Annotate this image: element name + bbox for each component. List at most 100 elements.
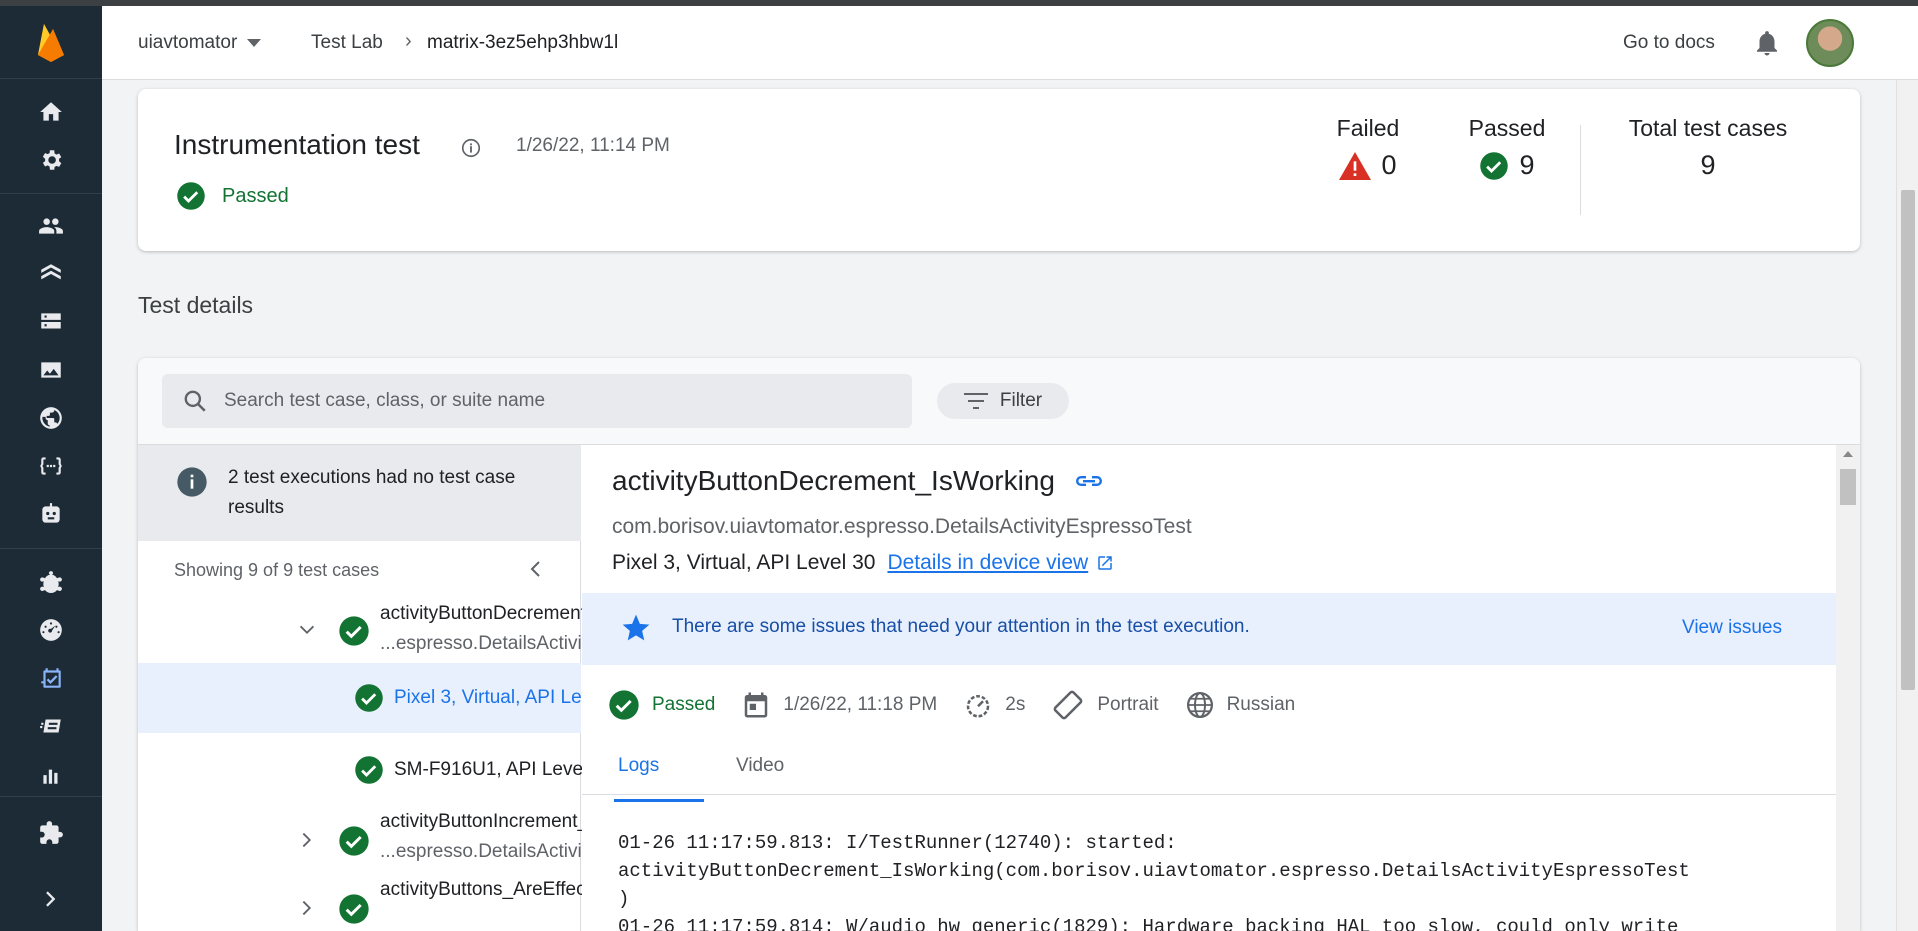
check-circle-icon [1480, 151, 1509, 180]
view-issues-button[interactable]: View issues [1682, 617, 1782, 639]
total-label: Total test cases [1628, 115, 1788, 141]
language-icon [1186, 692, 1213, 718]
database-icon[interactable] [37, 308, 65, 336]
crashlytics-icon[interactable] [37, 568, 65, 596]
total-count: 9 [1700, 150, 1716, 180]
section-title: Test details [138, 292, 254, 318]
failed-label: Failed [1336, 115, 1400, 141]
no-results-notice: 2 test executions had no test case resul… [138, 445, 581, 541]
log-line: 01-26 11:17:59.814: W/audio_hw_generic(1… [618, 916, 1679, 931]
tree-item-test-case[interactable]: activityButtonIncrement_IsWorking ...esp… [138, 803, 711, 875]
test-status: Passed [176, 181, 289, 211]
status-label: Passed [222, 184, 289, 207]
stat-divider [1580, 125, 1581, 215]
left-rail [0, 6, 102, 931]
link-icon[interactable] [1073, 471, 1105, 491]
detail-title: activityButtonDecrement_IsWorking [612, 465, 1055, 496]
robot-icon[interactable] [37, 500, 65, 528]
analytics-icon[interactable] [37, 760, 65, 788]
project-selector[interactable]: uiavtomator [138, 32, 262, 54]
failed-stat: Failed 0 [1318, 115, 1418, 181]
test-case-tree: 2 test executions had no test case resul… [138, 445, 711, 931]
go-to-docs-link[interactable]: Go to docs [1623, 32, 1715, 54]
breadcrumb-test-lab[interactable]: Test Lab [311, 32, 383, 54]
info-icon[interactable] [460, 137, 482, 159]
chevron-down-icon[interactable] [296, 619, 318, 641]
passed-stat: Passed 9 [1452, 115, 1562, 181]
log-line: activityButtonDecrement_IsWorking(com.bo… [618, 860, 1690, 882]
device-view-link[interactable]: Details in device view [887, 551, 1114, 575]
external-link-icon [1098, 556, 1112, 570]
search-box[interactable] [162, 374, 912, 428]
expand-icon[interactable] [37, 885, 65, 913]
log-line: 01-26 11:17:59.813: I/TestRunner(12740):… [618, 832, 1177, 854]
calendar-icon [745, 692, 768, 718]
storage-image-icon[interactable] [37, 356, 65, 384]
failed-count: 0 [1381, 150, 1397, 180]
test-summary-card: Instrumentation test 1/26/22, 11:14 PM P… [138, 89, 1860, 251]
test-details-card: Filter 2 test executions had no test cas… [138, 358, 1860, 931]
collapse-pane-icon[interactable] [524, 557, 548, 581]
search-icon [184, 390, 206, 412]
tree-item-device-selected[interactable]: Pixel 3, Virtual, API Level 30 [138, 663, 632, 733]
chevron-right-icon[interactable] [296, 829, 318, 851]
filter-button[interactable]: Filter [937, 383, 1069, 419]
tree-item-test-case[interactable]: activityButtons_AreEffectiveVisible [138, 875, 671, 931]
dropdown-arrow-icon [247, 39, 262, 47]
check-circle-icon [355, 756, 383, 784]
testlab-icon[interactable] [37, 664, 65, 692]
functions-icon[interactable] [37, 452, 65, 480]
detail-class: com.borisov.uiavtomator.espresso.Details… [612, 515, 1192, 538]
test-title: Instrumentation test [174, 129, 420, 160]
user-avatar[interactable] [1806, 19, 1854, 67]
detail-device: Pixel 3, Virtual, API Level 30 [612, 551, 876, 574]
app-distribution-icon[interactable] [37, 712, 65, 740]
home-icon[interactable] [37, 98, 65, 126]
meta-orientation-value: Portrait [1097, 694, 1159, 715]
passed-label: Passed [1468, 115, 1546, 141]
check-circle-icon [355, 684, 383, 712]
execution-meta: Passed 1/26/22, 11:18 PM 2s Portrait Rus… [608, 685, 1321, 725]
tree-item-test-case[interactable]: activityButtonDecrement_IsWorking ...esp… [138, 597, 711, 663]
total-stat: Total test cases 9 [1608, 115, 1808, 181]
detail-tabs: Logs Video [582, 737, 1836, 795]
settings-icon[interactable] [37, 146, 65, 174]
top-header: uiavtomator Test Lab › matrix-3ez5ehp3hb… [102, 6, 1918, 80]
detail-scrollbar[interactable] [1836, 445, 1860, 931]
globe-icon[interactable] [37, 404, 65, 432]
meta-date: 1/26/22, 11:18 PM [741, 690, 937, 720]
meta-date-value: 1/26/22, 11:18 PM [783, 694, 938, 715]
meta-duration: 2s [963, 690, 1025, 720]
firebase-logo-icon[interactable] [0, 6, 102, 78]
timer-icon [967, 695, 990, 718]
project-name: uiavtomator [138, 32, 238, 53]
breadcrumb-matrix: matrix-3ez5ehp3hbw1l [427, 32, 619, 53]
users-icon[interactable] [37, 212, 65, 240]
check-circle-icon [339, 826, 369, 856]
check-circle-icon [339, 894, 369, 924]
test-case-detail: activityButtonDecrement_IsWorking com.bo… [582, 445, 1836, 931]
meta-locale-value: Russian [1226, 694, 1296, 715]
breadcrumb-separator: › [405, 30, 412, 52]
check-circle-icon [177, 182, 205, 210]
tab-video[interactable]: Video [736, 755, 784, 777]
extensions-icon[interactable] [37, 819, 65, 847]
tab-logs[interactable]: Logs [618, 755, 659, 777]
log-output: 01-26 11:17:59.813: I/TestRunner(12740):… [618, 829, 1690, 931]
device-view-link-text: Details in device view [887, 551, 1089, 574]
notifications-bell-icon[interactable] [1752, 28, 1782, 58]
filter-icon [963, 393, 988, 409]
tree-item-device[interactable]: SM-F916U1, API Level 30 [138, 733, 614, 803]
meta-status-label: Passed [652, 694, 716, 715]
performance-icon[interactable] [37, 616, 65, 644]
check-circle-icon [609, 690, 639, 720]
detail-title-row: activityButtonDecrement_IsWorking [612, 465, 1105, 497]
issues-banner: There are some issues that need your att… [582, 593, 1836, 665]
hosting-icon[interactable] [37, 260, 65, 288]
rail-bottom [0, 796, 102, 931]
log-line: ) [618, 888, 630, 910]
search-input[interactable] [224, 390, 874, 412]
page-scrollbar[interactable] [1896, 80, 1918, 931]
active-tab-indicator [614, 799, 704, 802]
chevron-right-icon[interactable] [296, 897, 318, 919]
